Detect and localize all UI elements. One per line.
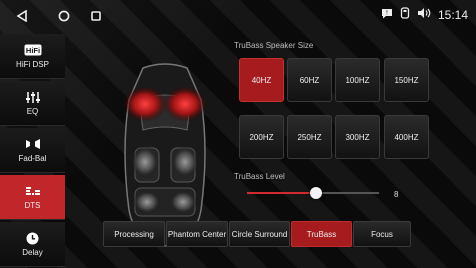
tab-circle-surround[interactable]: Circle Surround	[229, 221, 290, 247]
sidebar-item-label: EQ	[26, 106, 39, 116]
dsp-screen: ! 15:14 HiFi HiFi DSP EQ Fad-Bal DTS Del…	[0, 0, 476, 268]
slider-thumb[interactable]	[310, 187, 322, 199]
recents-icon[interactable]	[86, 6, 106, 26]
back-icon[interactable]	[12, 6, 32, 26]
sidebar-item-label: HiFi DSP	[16, 59, 49, 69]
tab-processing[interactable]: Processing	[103, 221, 165, 247]
level-value: 8	[394, 190, 399, 199]
sidebar-item-dts[interactable]: DTS	[0, 175, 65, 220]
speaker-size-title: TruBass Speaker Size	[234, 41, 314, 50]
sidebar-item-label: DTS	[24, 200, 41, 210]
notification-icon: !	[381, 8, 393, 22]
freq-button-200hz[interactable]: 200HZ	[239, 115, 284, 159]
svg-text:HiFi: HiFi	[25, 46, 39, 55]
eq-sliders-icon	[25, 91, 40, 104]
tab-phantom-center[interactable]: Phantom Center	[166, 221, 228, 247]
freq-button-250hz[interactable]: 250HZ	[287, 115, 332, 159]
volume-icon	[417, 7, 431, 22]
usb-icon	[400, 7, 410, 22]
sidebar-item-label: Fad-Bal	[18, 153, 47, 163]
sidebar-item-fad-bal[interactable]: Fad-Bal	[0, 128, 65, 173]
tab-focus[interactable]: Focus	[353, 221, 411, 247]
freq-button-60hz[interactable]: 60HZ	[287, 58, 332, 102]
level-title: TruBass Level	[234, 172, 285, 181]
dts-icon	[25, 185, 40, 198]
sidebar-item-label: Delay	[22, 247, 43, 257]
freq-button-100hz[interactable]: 100HZ	[335, 58, 380, 102]
tab-trubass[interactable]: TruBass	[291, 221, 352, 247]
sidebar-item-hifi-dsp[interactable]: HiFi HiFi DSP	[0, 34, 65, 79]
freq-button-300hz[interactable]: 300HZ	[335, 115, 380, 159]
freq-button-40hz[interactable]: 40HZ	[239, 58, 284, 102]
hifi-icon: HiFi	[24, 44, 42, 57]
clock-icon	[26, 232, 39, 245]
sidebar-item-delay[interactable]: Delay	[0, 222, 65, 267]
trubass-level-slider[interactable]	[247, 186, 379, 200]
status-icons: ! 15:14	[381, 7, 468, 22]
sidebar-item-eq[interactable]: EQ	[0, 81, 65, 126]
fader-balance-icon	[25, 138, 41, 151]
freq-button-400hz[interactable]: 400HZ	[384, 115, 429, 159]
home-icon[interactable]	[54, 6, 74, 26]
status-bar: ! 15:14	[0, 0, 476, 32]
slider-fill	[247, 192, 316, 194]
sidebar: HiFi HiFi DSP EQ Fad-Bal DTS Delay	[0, 34, 65, 267]
freq-button-150hz[interactable]: 150HZ	[384, 58, 429, 102]
clock-time: 15:14	[437, 7, 468, 22]
